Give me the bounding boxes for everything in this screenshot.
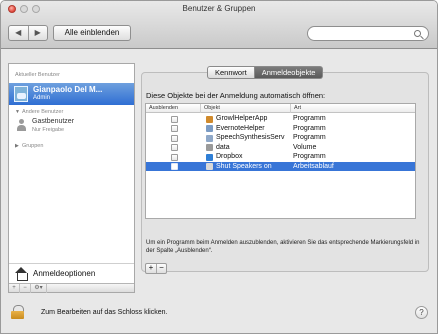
login-item-name: data xyxy=(216,143,230,151)
column-header-item[interactable]: Objekt xyxy=(201,104,291,113)
hide-checkbox[interactable] xyxy=(171,115,178,123)
table-row[interactable]: Dropbox Programm xyxy=(146,152,415,162)
volume-icon xyxy=(206,144,213,151)
login-item-name: GrowlHelperApp xyxy=(216,115,268,122)
login-item-name: Dropbox xyxy=(216,153,243,160)
table-row[interactable]: GrowlHelperApp Programm xyxy=(146,114,415,124)
login-items-table: Ausblenden Objekt Art GrowlHelperApp Prog… xyxy=(145,103,416,219)
guest-user-subtitle: Nur Freigabe xyxy=(32,127,65,133)
guest-user-name: Gastbenutzer xyxy=(32,118,75,125)
sidebar-item-login-options[interactable]: Anmeldeoptionen xyxy=(9,263,134,283)
show-all-button[interactable]: Alle einblenden xyxy=(53,25,131,41)
sidebar-toolbar: + − ⚙▾ xyxy=(9,283,134,293)
column-header-kind[interactable]: Art xyxy=(291,104,415,113)
current-user-role: Admin xyxy=(33,95,51,101)
title-bar: Benutzer & Gruppen ◀ ▶ Alle einblenden xyxy=(1,1,437,49)
login-item-kind: Arbeitsablauf xyxy=(293,162,334,170)
guest-user-icon xyxy=(17,119,26,131)
instruction-text: Diese Objekte bei der Anmeldung automati… xyxy=(146,91,326,100)
preferences-window: Benutzer & Gruppen ◀ ▶ Alle einblenden A… xyxy=(0,0,438,334)
tab-password[interactable]: Kennwort xyxy=(207,66,255,79)
table-row[interactable]: data Volume xyxy=(146,143,415,153)
lock-status-text: Zum Bearbeiten auf das Schloss klicken. xyxy=(41,309,168,316)
hint-text: Um ein Programm beim Anmelden auszublend… xyxy=(146,240,420,254)
disclosure-triangle-icon[interactable]: ▶ xyxy=(15,143,19,149)
sidebar-item-current-user[interactable]: Gianpaolo Del M... Admin xyxy=(9,83,134,105)
lock-icon[interactable] xyxy=(11,305,24,319)
login-item-kind: Programm xyxy=(293,115,326,122)
table-row[interactable]: SpeechSynthesisServ Programm xyxy=(146,133,415,143)
add-remove-control: + − xyxy=(145,263,167,274)
other-users-header: Andere Benutzer xyxy=(22,109,64,115)
growl-icon xyxy=(206,115,213,123)
help-button[interactable]: ? xyxy=(415,306,428,319)
app-icon xyxy=(206,125,213,132)
disclosure-triangle-icon[interactable]: ▼ xyxy=(15,109,20,115)
window-title: Benutzer & Gruppen xyxy=(182,4,256,13)
workflow-icon xyxy=(206,163,213,170)
action-menu-button[interactable]: ⚙▾ xyxy=(31,284,47,293)
table-header: Ausblenden Objekt Art xyxy=(146,104,415,113)
avatar xyxy=(14,86,28,102)
dropbox-icon xyxy=(206,153,213,161)
login-item-name: EvernoteHelper xyxy=(216,124,265,132)
add-item-button[interactable]: + xyxy=(146,264,156,273)
hide-checkbox[interactable] xyxy=(171,125,178,132)
login-item-kind: Volume xyxy=(293,143,317,151)
search-input[interactable] xyxy=(307,26,429,41)
add-user-button[interactable]: + xyxy=(9,284,20,293)
login-options-label: Anmeldeoptionen xyxy=(33,269,96,278)
hide-checkbox[interactable] xyxy=(171,153,178,161)
home-icon xyxy=(15,267,28,281)
app-icon xyxy=(206,134,213,142)
back-button[interactable]: ◀ xyxy=(9,26,28,40)
forward-button[interactable]: ▶ xyxy=(27,26,48,40)
remove-item-button[interactable]: − xyxy=(156,264,166,273)
groups-header[interactable]: Gruppen xyxy=(22,143,43,149)
column-header-hide[interactable]: Ausblenden xyxy=(146,104,201,113)
current-user-header: Aktueller Benutzer xyxy=(15,72,60,78)
hide-checkbox[interactable] xyxy=(171,163,178,170)
search-icon xyxy=(414,30,421,37)
back-forward-control: ◀ ▶ xyxy=(8,25,48,41)
remove-user-button[interactable]: − xyxy=(20,284,31,293)
login-item-name: SpeechSynthesisServ xyxy=(216,134,285,141)
login-item-kind: Programm xyxy=(293,134,326,141)
tab-login-items[interactable]: Anmeldeobjekte xyxy=(254,66,324,79)
table-row[interactable]: Shut Speakers on Arbeitsablauf xyxy=(146,161,415,171)
login-item-name: Shut Speakers on xyxy=(216,162,272,170)
login-items-panel: Diese Objekte bei der Anmeldung automati… xyxy=(141,72,429,274)
users-sidebar: Aktueller Benutzer Gianpaolo Del M... Ad… xyxy=(8,63,135,293)
hide-checkbox[interactable] xyxy=(171,144,178,151)
current-user-name: Gianpaolo Del M... xyxy=(33,85,103,94)
login-item-kind: Programm xyxy=(293,124,326,132)
tab-bar: Kennwort Anmeldeobjekte xyxy=(207,66,324,79)
table-row[interactable]: EvernoteHelper Programm xyxy=(146,124,415,134)
hide-checkbox[interactable] xyxy=(171,134,178,142)
login-item-kind: Programm xyxy=(293,153,326,160)
